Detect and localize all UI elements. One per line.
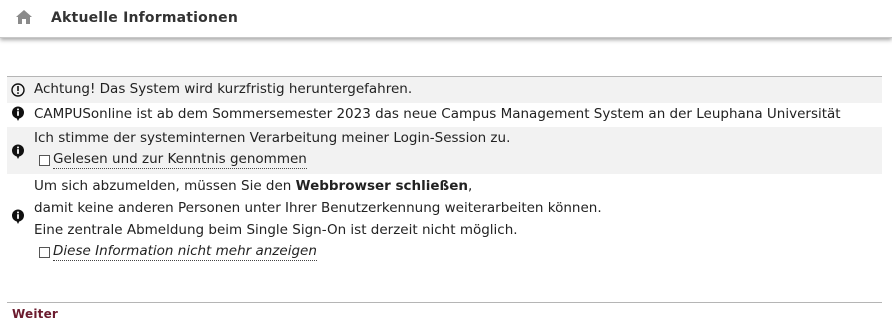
- read-confirmation-checkbox[interactable]: Gelesen und zur Kenntnis genommen: [39, 149, 882, 171]
- message-campusonline-info: CAMPUSonline ist ab dem Sommersemester 2…: [7, 103, 882, 144]
- continue-link[interactable]: Weiter: [12, 307, 58, 321]
- message-emphasis: Webbrowser schließen: [295, 178, 469, 194]
- message-line: damit keine anderen Personen unter Ihrer…: [34, 200, 602, 216]
- message-text: Ich stimme der systeminternen Verarbeitu…: [34, 130, 511, 146]
- checkbox-label[interactable]: Diese Information nicht mehr anzeigen: [53, 243, 317, 261]
- message-text: ,: [468, 178, 473, 194]
- message-line: Um sich abzumelden, müssen Sie den Webbr…: [34, 175, 882, 197]
- checkbox-label[interactable]: Gelesen und zur Kenntnis genommen: [53, 151, 307, 169]
- message-login-session-consent: Ich stimme der systeminternen Verarbeitu…: [7, 127, 882, 174]
- page-title: Aktuelle Informationen: [51, 10, 239, 26]
- message-text: Achtung! Das System wird kurzfristig her…: [34, 81, 413, 97]
- message-line: Eine zentrale Abmeldung beim Single Sign…: [34, 222, 518, 238]
- message-list: Achtung! Das System wird kurzfristig her…: [7, 76, 882, 267]
- info-speech-icon: [12, 106, 24, 121]
- message-shutdown-warning: Achtung! Das System wird kurzfristig her…: [7, 77, 882, 103]
- message-text: Um sich abzumelden, müssen Sie den: [34, 178, 296, 194]
- page-header: Aktuelle Informationen: [0, 0, 892, 38]
- checkbox[interactable]: [39, 154, 50, 166]
- divider: [7, 302, 882, 303]
- checkbox[interactable]: [39, 246, 50, 258]
- dont-show-again-checkbox[interactable]: Diese Information nicht mehr anzeigen: [39, 241, 882, 263]
- info-speech-icon: [12, 144, 24, 159]
- message-logout-info: Um sich abzumelden, müssen Sie den Webbr…: [7, 174, 882, 267]
- exclamation-circle-icon: [11, 83, 25, 97]
- info-speech-icon: [12, 209, 24, 224]
- home-icon[interactable]: [15, 9, 33, 25]
